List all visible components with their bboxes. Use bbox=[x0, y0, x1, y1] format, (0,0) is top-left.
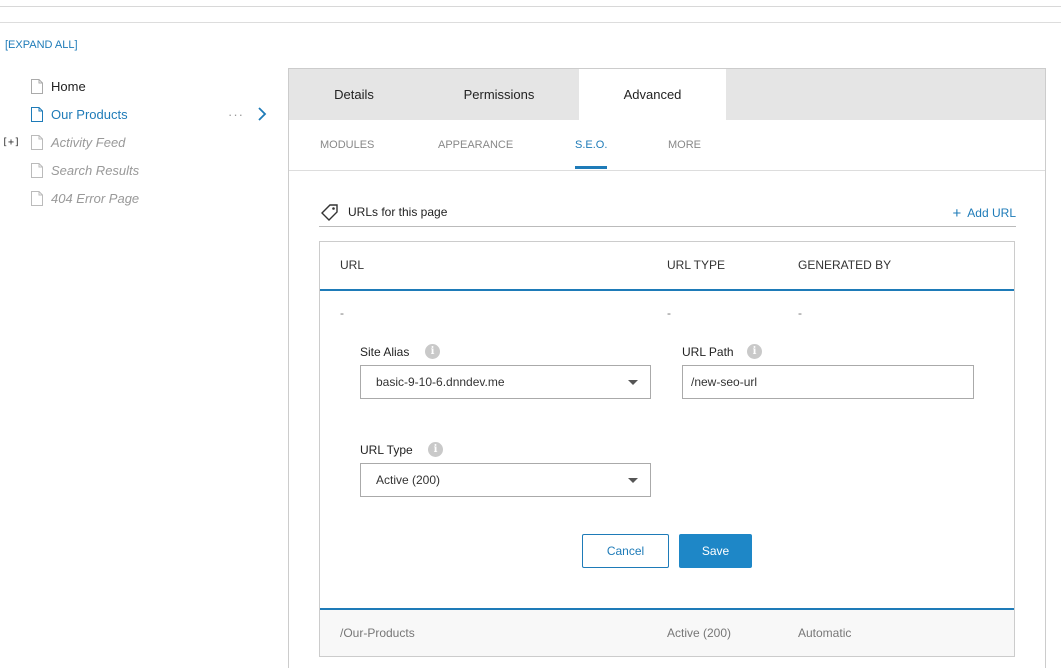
page-tree: Home Our Products ··· [+] Activity Feed … bbox=[0, 72, 280, 212]
cancel-button[interactable]: Cancel bbox=[582, 534, 669, 568]
info-icon[interactable]: i bbox=[747, 344, 762, 359]
page-settings-panel: Details Permissions Advanced MODULES APP… bbox=[288, 68, 1046, 668]
expand-all-link[interactable]: [EXPAND ALL] bbox=[5, 39, 78, 51]
tree-item-label: 404 Error Page bbox=[51, 190, 140, 206]
tree-item-home[interactable]: Home bbox=[0, 72, 280, 100]
page-icon bbox=[31, 106, 43, 122]
subtab-modules[interactable]: MODULES bbox=[320, 139, 374, 151]
url-path-label: URL Path bbox=[682, 345, 734, 359]
site-alias-label: Site Alias bbox=[360, 345, 410, 359]
table-row[interactable]: /Our-Products Active (200) Automatic bbox=[320, 610, 1014, 656]
row-url: /Our-Products bbox=[340, 626, 415, 640]
table-divider bbox=[320, 289, 1014, 291]
tree-item-activity-feed[interactable]: [+] Activity Feed bbox=[0, 128, 280, 156]
row-url-type: Active (200) bbox=[667, 626, 732, 640]
site-alias-select[interactable]: basic-9-10-6.dnndev.me bbox=[360, 365, 651, 399]
column-header-generated-by: GENERATED BY bbox=[798, 258, 892, 272]
urls-section-header: URLs for this page + Add URL bbox=[319, 203, 1016, 227]
tree-item-label: Activity Feed bbox=[51, 134, 126, 150]
tab-permissions[interactable]: Permissions bbox=[419, 69, 579, 120]
page-icon bbox=[31, 134, 43, 150]
tab-bar: Details Permissions Advanced bbox=[289, 69, 1045, 120]
subtab-appearance[interactable]: APPEARANCE bbox=[438, 139, 513, 151]
editing-row-generated-by: - bbox=[798, 306, 802, 320]
editing-row-url: - bbox=[340, 306, 344, 320]
save-button[interactable]: Save bbox=[679, 534, 752, 568]
tree-item-404-error-page[interactable]: 404 Error Page bbox=[0, 184, 280, 212]
info-icon[interactable]: i bbox=[425, 344, 440, 359]
tab-advanced[interactable]: Advanced bbox=[579, 69, 726, 120]
column-header-url-type: URL TYPE bbox=[667, 258, 726, 272]
url-type-select[interactable]: Active (200) bbox=[360, 463, 651, 497]
page-icon bbox=[31, 190, 43, 206]
url-type-label: URL Type bbox=[360, 443, 413, 457]
url-type-value: Active (200) bbox=[376, 473, 441, 487]
caret-down-icon bbox=[628, 380, 638, 385]
editing-row-url-type: - bbox=[667, 306, 671, 320]
tree-item-label: Home bbox=[51, 78, 86, 94]
caret-down-icon bbox=[628, 478, 638, 483]
subtab-seo[interactable]: S.E.O. bbox=[575, 139, 607, 151]
add-url-button[interactable]: + Add URL bbox=[953, 205, 1016, 222]
tree-item-label: Search Results bbox=[51, 162, 140, 178]
tag-icon bbox=[321, 204, 338, 221]
more-options-icon[interactable]: ··· bbox=[228, 107, 244, 122]
page-icon bbox=[31, 162, 43, 178]
urls-table: URL URL TYPE GENERATED BY - - - Site Ali… bbox=[319, 241, 1015, 657]
row-generated-by: Automatic bbox=[798, 626, 852, 640]
info-icon[interactable]: i bbox=[428, 442, 443, 457]
url-path-input[interactable] bbox=[682, 365, 974, 399]
active-subtab-indicator bbox=[575, 166, 607, 169]
urls-section-title: URLs for this page bbox=[348, 205, 448, 219]
tree-item-search-results[interactable]: Search Results bbox=[0, 156, 280, 184]
page-icon bbox=[31, 78, 43, 94]
expand-node-button[interactable]: [+] bbox=[2, 137, 20, 148]
subtab-bar: MODULES APPEARANCE S.E.O. MORE bbox=[289, 120, 1045, 171]
subtab-more[interactable]: MORE bbox=[668, 139, 701, 151]
column-header-url: URL bbox=[340, 258, 365, 272]
add-url-label: Add URL bbox=[967, 206, 1016, 220]
top-toolbar bbox=[0, 0, 1061, 23]
site-alias-value: basic-9-10-6.dnndev.me bbox=[376, 375, 505, 389]
tree-item-our-products[interactable]: Our Products ··· bbox=[0, 100, 280, 128]
plus-icon: + bbox=[952, 205, 962, 222]
tree-item-label: Our Products bbox=[51, 106, 128, 122]
chevron-right-icon[interactable] bbox=[256, 106, 268, 122]
tab-details[interactable]: Details bbox=[289, 69, 419, 120]
